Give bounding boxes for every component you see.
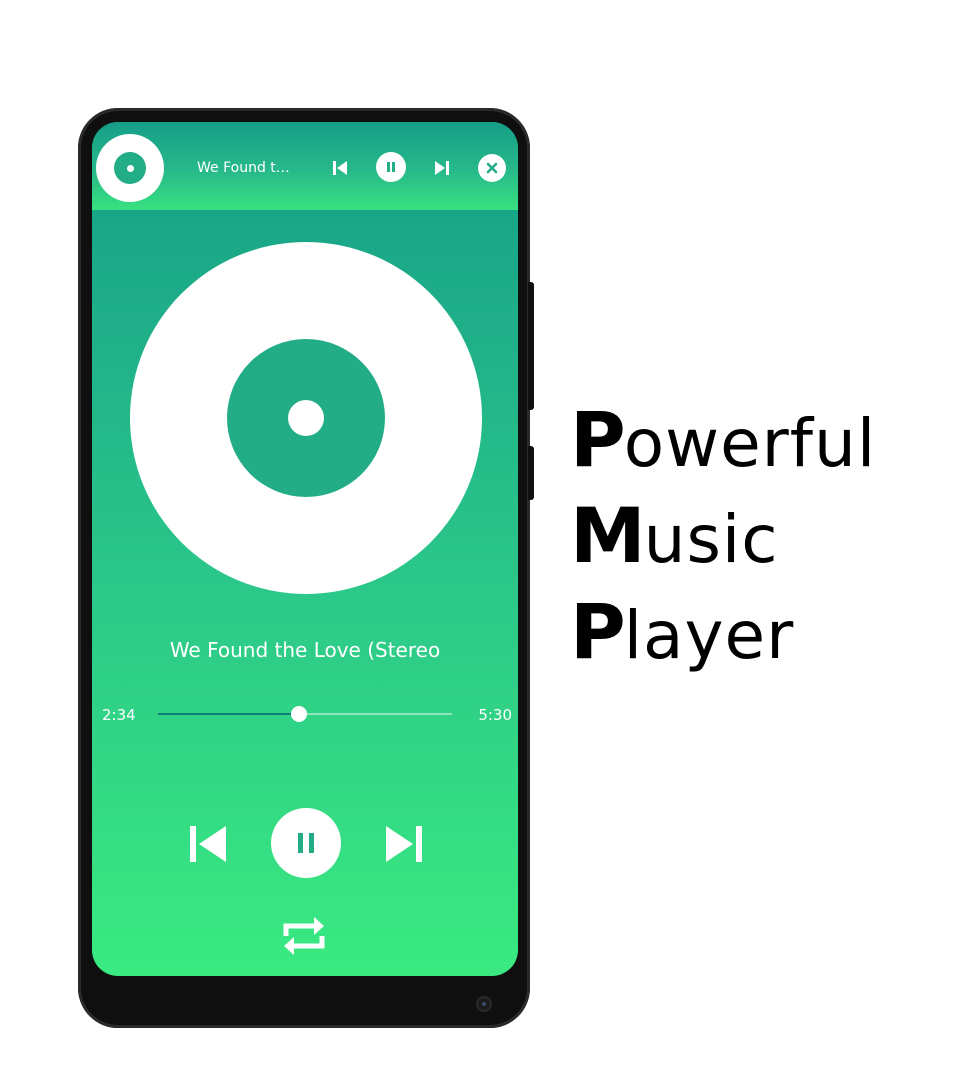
mini-disc-icon[interactable] bbox=[96, 134, 164, 202]
skip-next-icon bbox=[386, 826, 422, 862]
mini-pause-button[interactable] bbox=[376, 152, 406, 182]
song-title: We Found the Love (Stereo bbox=[169, 638, 441, 662]
seek-bar[interactable] bbox=[158, 706, 452, 722]
seek-bar-progress bbox=[158, 713, 300, 715]
previous-button[interactable] bbox=[184, 820, 232, 868]
skip-previous-icon bbox=[190, 826, 226, 862]
mini-close-button[interactable] bbox=[478, 154, 506, 182]
close-icon bbox=[486, 162, 498, 174]
front-camera bbox=[478, 998, 490, 1010]
next-button[interactable] bbox=[380, 820, 428, 868]
headline-line-music: Music bbox=[570, 491, 779, 580]
album-disc-hole bbox=[288, 400, 324, 436]
mini-track-title: We Found th... bbox=[197, 160, 297, 176]
mini-next-button[interactable] bbox=[429, 155, 455, 181]
volume-button bbox=[528, 282, 534, 410]
pause-icon bbox=[298, 833, 314, 853]
album-disc-ring bbox=[227, 339, 385, 497]
headline-line-player: Player bbox=[570, 587, 795, 676]
headline-line-powerful: Powerful bbox=[570, 395, 877, 484]
promo-headline: Powerful Music Player bbox=[570, 392, 930, 680]
pause-button[interactable] bbox=[271, 808, 341, 878]
power-button bbox=[528, 446, 534, 500]
elapsed-time: 2:34 bbox=[102, 706, 136, 724]
player-screen: We Found th... We Found the Love (Stereo… bbox=[92, 122, 518, 976]
mini-player-bar: We Found th... bbox=[92, 122, 518, 210]
seek-bar-thumb[interactable] bbox=[291, 706, 308, 722]
repeat-button[interactable] bbox=[278, 910, 330, 962]
total-time: 5:30 bbox=[478, 706, 512, 724]
album-disc bbox=[130, 242, 482, 594]
mini-previous-button[interactable] bbox=[327, 155, 353, 181]
skip-previous-icon bbox=[333, 161, 347, 175]
phone-frame: We Found th... We Found the Love (Stereo… bbox=[78, 108, 530, 1028]
pause-icon bbox=[387, 162, 395, 172]
mini-disc-ring bbox=[114, 152, 146, 184]
mini-disc-hole bbox=[126, 164, 134, 172]
repeat-icon bbox=[283, 917, 325, 955]
skip-next-icon bbox=[435, 161, 449, 175]
